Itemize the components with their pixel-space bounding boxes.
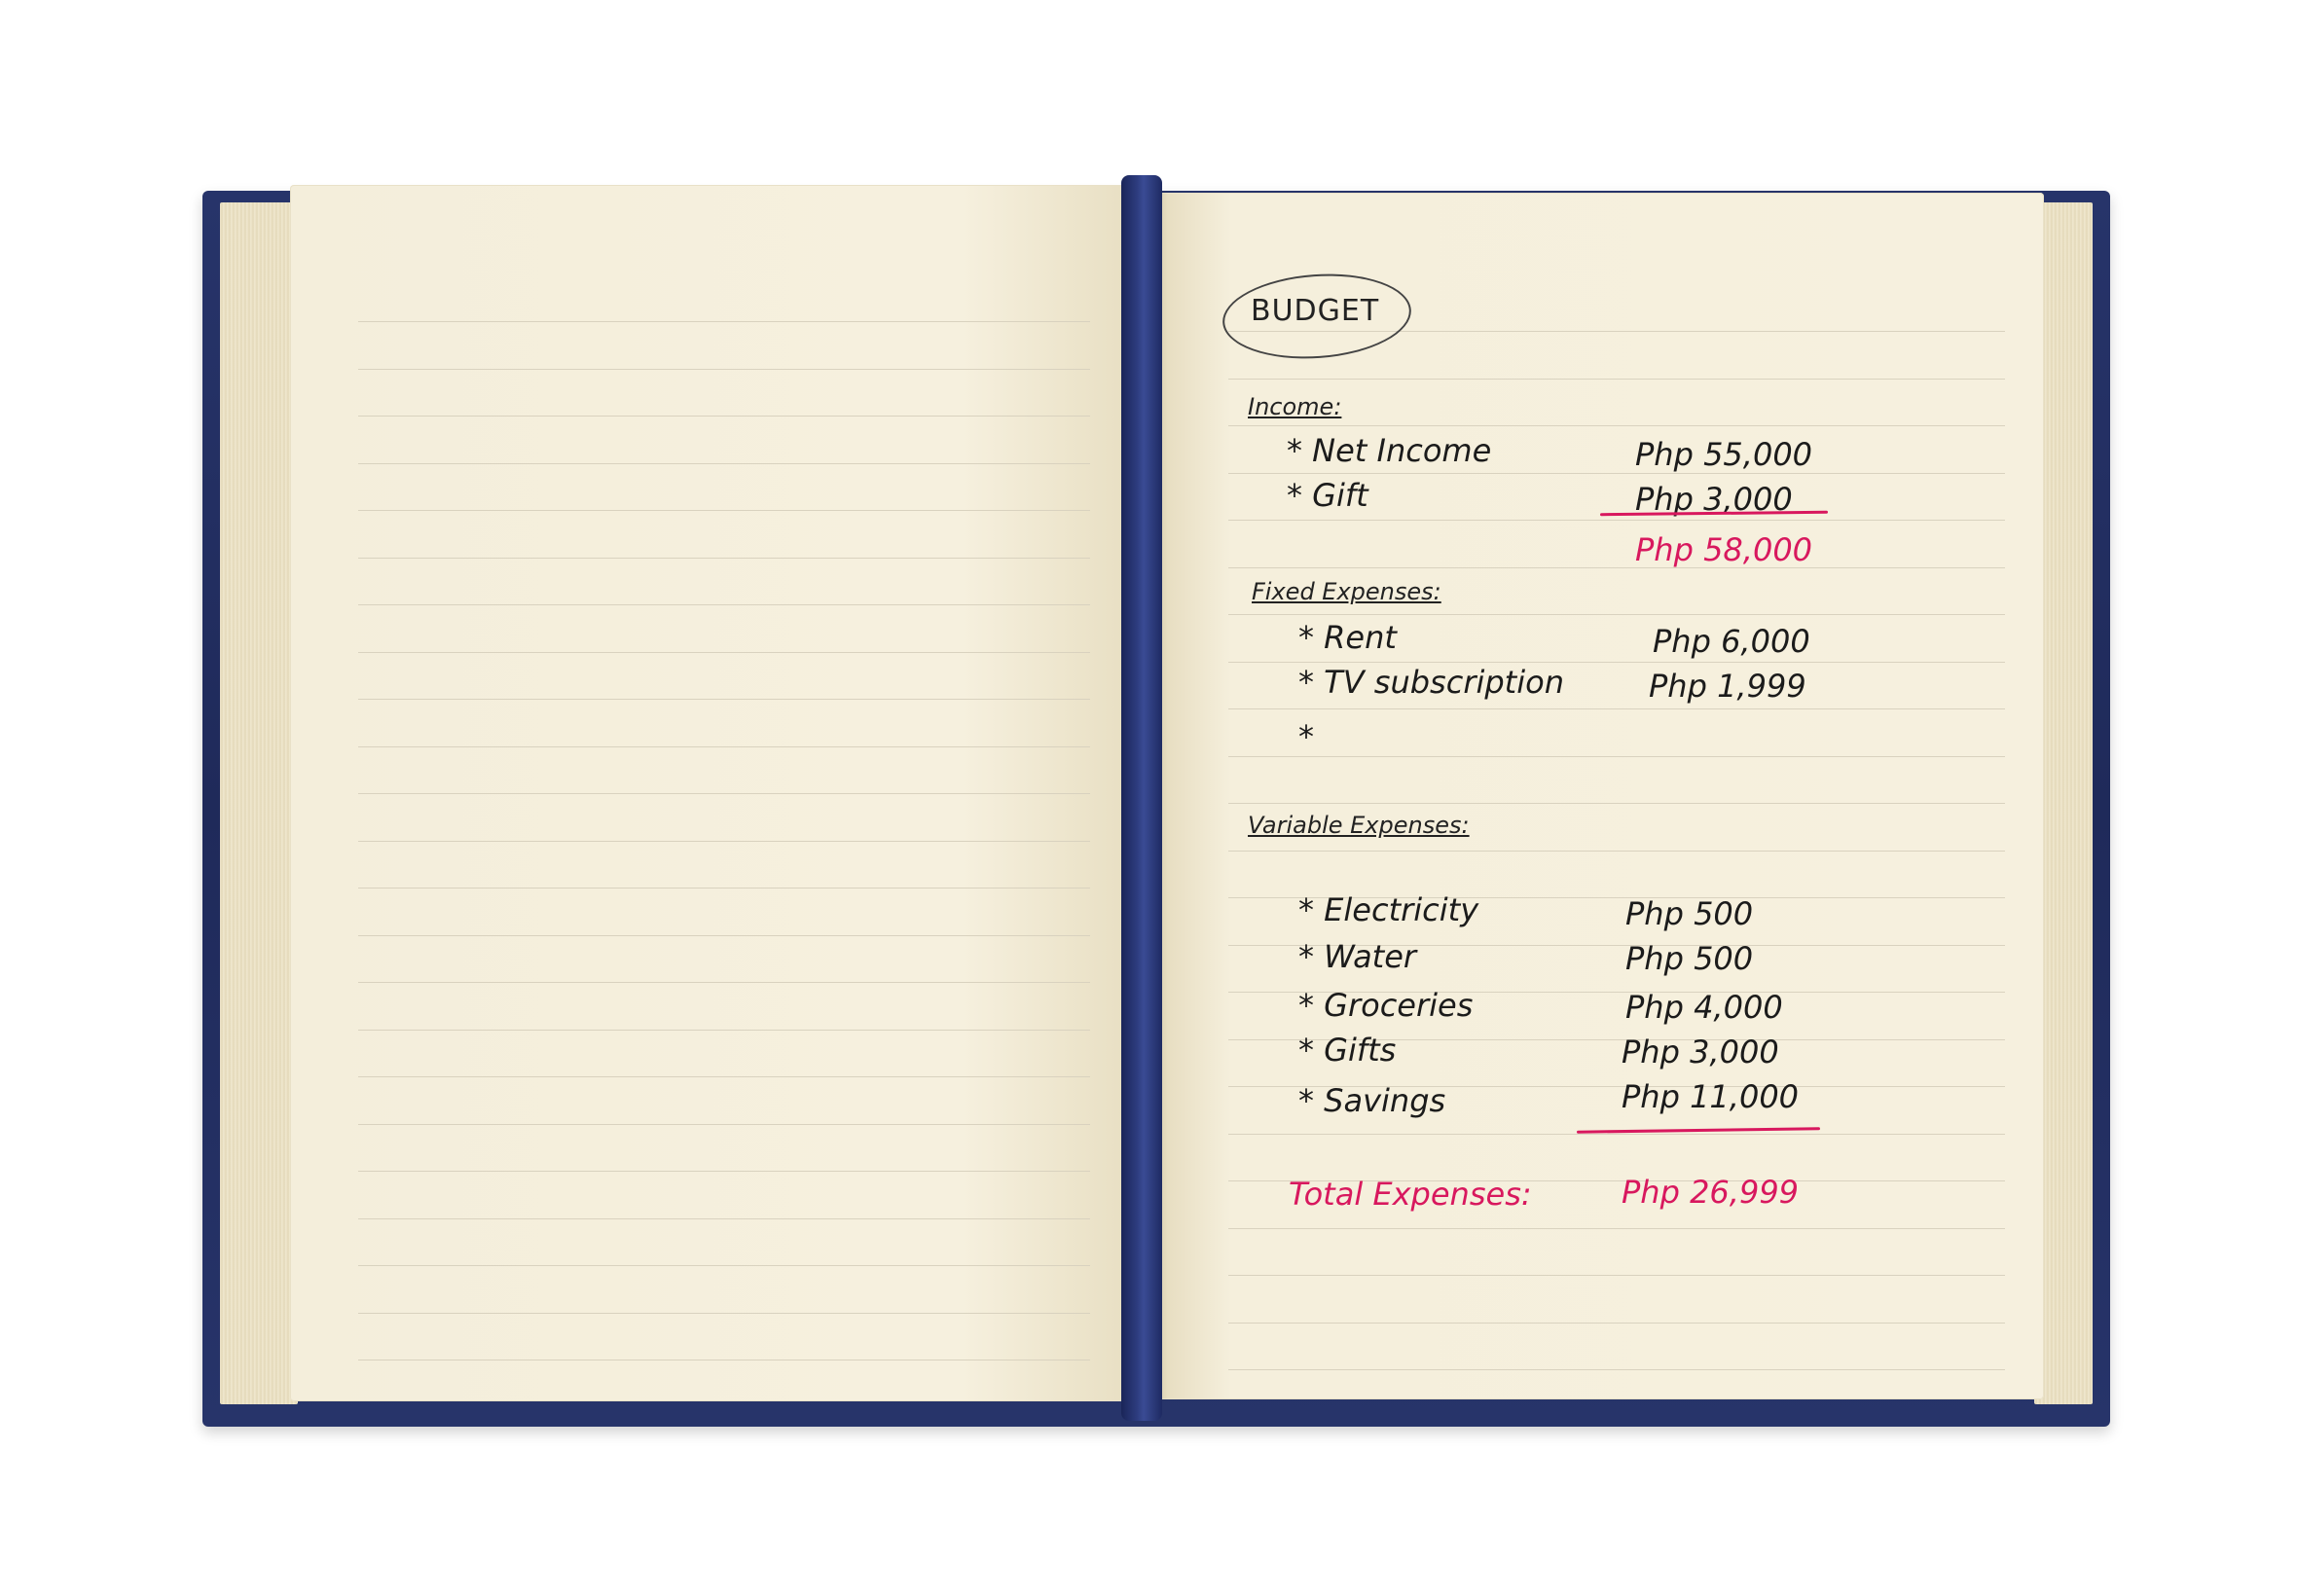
fixed-expense-item-2: * TV subscription — [1298, 664, 1564, 701]
ruled-line — [358, 462, 1090, 464]
bullet: * — [1298, 664, 1314, 701]
bookmark-ribbon[interactable] — [1121, 175, 1162, 1421]
variable-expense-item-2: * Water — [1298, 938, 1416, 975]
variable-expense-amount: Php 500 — [1625, 940, 1754, 977]
bullet: * — [1298, 891, 1314, 928]
income-item-amount: Php 55,000 — [1635, 436, 1813, 473]
variable-expense-amount: Php 4,000 — [1625, 989, 1783, 1026]
ruled-line — [1228, 1133, 2005, 1135]
ruled-line — [1228, 661, 2005, 663]
ruled-line — [1228, 520, 2005, 521]
variable-expense-label: Groceries — [1324, 987, 1474, 1024]
ruled-line — [1228, 1227, 2005, 1229]
income-item-label: Gift — [1312, 477, 1368, 514]
right-page — [1160, 193, 2044, 1399]
income-item-2: * Gift — [1287, 477, 1368, 514]
total-expenses-amount: Php 26,999 — [1622, 1174, 1800, 1211]
variable-expense-amount: Php 11,000 — [1622, 1078, 1800, 1115]
variable-expense-amount: Php 500 — [1625, 895, 1754, 932]
variable-expense-label: Water — [1324, 938, 1417, 975]
variable-expense-label: Gifts — [1324, 1032, 1397, 1069]
ruled-line — [1228, 708, 2005, 709]
fixed-expenses-heading: Fixed Expenses: — [1252, 578, 1441, 605]
ruled-line — [358, 1217, 1090, 1219]
ruled-line — [1228, 566, 2005, 568]
ruled-line — [358, 1029, 1090, 1031]
ruled-line — [358, 1312, 1090, 1314]
ruled-line — [1228, 755, 2005, 757]
left-page-edges — [220, 202, 298, 1404]
fixed-expense-label: Rent — [1324, 619, 1397, 656]
ruled-line — [358, 321, 1090, 322]
ruled-line — [1228, 378, 2005, 380]
ruled-line — [358, 1265, 1090, 1266]
ruled-line — [358, 557, 1090, 559]
bullet: * — [1298, 987, 1314, 1024]
fixed-expense-amount: Php 1,999 — [1649, 668, 1806, 705]
ruled-line — [1228, 850, 2005, 852]
ruled-line — [358, 888, 1090, 889]
ruled-line — [1228, 803, 2005, 804]
ruled-line — [358, 934, 1090, 936]
fixed-expense-empty-bullet: * — [1298, 718, 1314, 755]
variable-expense-item-1: * Electricity — [1298, 891, 1478, 928]
variable-expense-item-3: * Groceries — [1298, 987, 1473, 1024]
fixed-expense-label: TV subscription — [1324, 664, 1564, 701]
ruled-line — [358, 1123, 1090, 1125]
ruled-line — [1228, 472, 2005, 474]
variable-expense-label: Electricity — [1324, 891, 1479, 928]
bullet: * — [1287, 477, 1302, 514]
income-item-label: Net Income — [1312, 432, 1492, 469]
ruled-line — [1228, 1369, 2005, 1370]
left-page-rules — [358, 185, 1090, 1401]
income-total: Php 58,000 — [1635, 531, 1813, 568]
ruled-line — [358, 604, 1090, 605]
page-title: BUDGET — [1251, 294, 1380, 328]
ruled-line — [358, 840, 1090, 842]
bullet: * — [1298, 1032, 1314, 1069]
variable-expense-amount: Php 3,000 — [1622, 1034, 1779, 1070]
income-item-1: * Net Income — [1287, 432, 1491, 469]
fixed-expense-item-1: * Rent — [1298, 619, 1397, 656]
total-expenses-label: Total Expenses: — [1289, 1176, 1532, 1213]
ruled-line — [358, 368, 1090, 370]
ruled-line — [358, 699, 1090, 700]
variable-expenses-heading: Variable Expenses: — [1248, 812, 1470, 839]
ruled-line — [358, 793, 1090, 794]
left-page — [290, 185, 1129, 1401]
ruled-line — [358, 510, 1090, 511]
ruled-line — [1228, 614, 2005, 615]
ruled-line — [358, 982, 1090, 983]
variable-expense-label: Savings — [1324, 1082, 1446, 1119]
ruled-line — [358, 416, 1090, 417]
income-heading: Income: — [1248, 393, 1342, 420]
ruled-line — [1228, 1275, 2005, 1276]
fixed-expense-amount: Php 6,000 — [1653, 623, 1810, 660]
bullet: * — [1298, 619, 1314, 656]
bullet: * — [1298, 938, 1314, 975]
ruled-line — [358, 651, 1090, 653]
ruled-line — [358, 1076, 1090, 1077]
ruled-line — [1228, 425, 2005, 426]
variable-expense-item-4: * Gifts — [1298, 1032, 1396, 1069]
ruled-line — [358, 1171, 1090, 1172]
ruled-line — [1228, 1322, 2005, 1324]
bullet: * — [1298, 1082, 1314, 1119]
bullet: * — [1287, 432, 1302, 469]
ruled-line — [358, 745, 1090, 747]
right-page-rules — [1228, 193, 2005, 1399]
variable-expense-item-5: * Savings — [1298, 1082, 1445, 1119]
